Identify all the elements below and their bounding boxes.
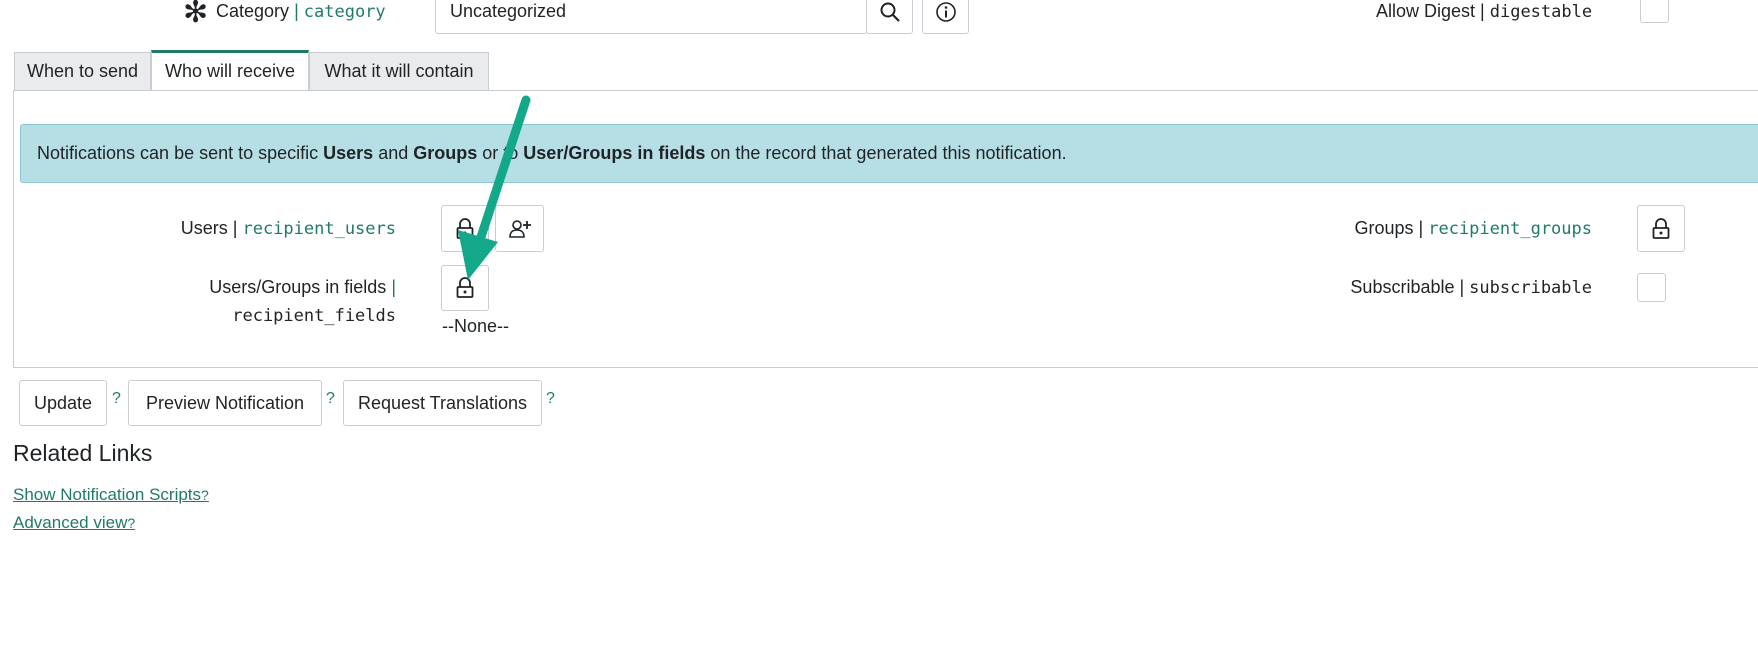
tab-what-it-will-contain[interactable]: What it will contain xyxy=(309,52,489,90)
category-label: Category | category xyxy=(216,1,386,22)
show-notification-scripts-link[interactable]: Show Notification Scripts? xyxy=(13,485,209,505)
tab-who-will-receive[interactable]: Who will receive xyxy=(151,50,309,90)
banner-text-part: and xyxy=(373,143,414,163)
groups-label: Groups | recipient_groups xyxy=(1354,218,1592,239)
translations-button-label: Request Translations xyxy=(357,392,528,413)
category-search-button[interactable] xyxy=(866,0,913,34)
annotation-arrow xyxy=(458,95,531,280)
tab-label: Who will receive xyxy=(164,61,296,81)
subscribable-label: Subscribable | subscribable xyxy=(1350,277,1592,298)
advanced-view-link[interactable]: Advanced view? xyxy=(13,513,135,533)
show-scripts-help[interactable]: ? xyxy=(201,487,209,503)
allow-digest-checkbox[interactable] xyxy=(1640,0,1669,23)
banner-bold-fields: User/Groups in fields xyxy=(523,143,706,163)
subscribable-field-name: subscribable xyxy=(1469,278,1592,298)
info-banner-text: Notifications can be sent to specific Us… xyxy=(37,143,1067,164)
category-label-text: Category xyxy=(216,1,290,21)
tab-when-to-send[interactable]: When to send xyxy=(14,52,151,90)
fields-field-name: recipient_fields xyxy=(232,306,396,326)
preview-button-label: Preview Notification xyxy=(145,392,305,413)
groups-field-name: recipient_groups xyxy=(1428,219,1592,239)
fields-label: Users/Groups in fields | xyxy=(209,277,396,297)
allow-digest-field-name: digestable xyxy=(1489,2,1593,22)
allow-digest-label-text: Allow Digest xyxy=(1376,1,1476,21)
subscribable-label-text: Subscribable xyxy=(1350,277,1455,297)
info-icon xyxy=(935,2,956,22)
update-button[interactable]: Update xyxy=(19,380,107,426)
allow-digest-label: Allow Digest | digestable xyxy=(1376,1,1593,22)
groups-lock-button[interactable] xyxy=(1637,205,1685,252)
banner-bold-users: Users xyxy=(323,143,374,163)
info-banner: Notifications can be sent to specific Us… xyxy=(20,124,1758,183)
preview-notification-button[interactable]: Preview Notification xyxy=(128,380,322,426)
users-label-text: Users xyxy=(180,218,228,238)
asterisk-icon: ✻ xyxy=(183,0,209,29)
tab-label: What it will contain xyxy=(324,61,474,81)
update-button-label: Update xyxy=(33,392,93,413)
category-input[interactable]: Uncategorized xyxy=(435,0,867,34)
banner-text-part: Notifications can be sent to specific xyxy=(37,143,324,163)
advanced-view-help[interactable]: ? xyxy=(127,515,135,531)
related-links-title: Related Links xyxy=(13,440,153,466)
category-field-name: category xyxy=(303,2,386,22)
search-icon xyxy=(880,2,900,22)
category-input-value: Uncategorized xyxy=(450,1,567,21)
preview-help-link[interactable]: ? xyxy=(326,390,335,408)
update-help-link[interactable]: ? xyxy=(112,390,121,408)
subscribable-checkbox[interactable] xyxy=(1637,273,1666,302)
lock-icon xyxy=(1652,217,1670,239)
users-field-name: recipient_users xyxy=(242,219,396,239)
show-scripts-label: Show Notification Scripts xyxy=(13,485,202,504)
fields-label-text: Users/Groups in fields xyxy=(209,277,387,297)
fields-value: --None-- xyxy=(442,316,510,336)
users-label: Users | recipient_users xyxy=(180,218,396,239)
tab-label: When to send xyxy=(26,61,139,81)
groups-label-text: Groups xyxy=(1354,218,1414,238)
translations-help-link[interactable]: ? xyxy=(546,390,555,408)
advanced-view-label: Advanced view xyxy=(13,513,128,532)
category-info-button[interactable] xyxy=(922,0,969,34)
banner-text-part: on the record that generated this notifi… xyxy=(705,143,1067,163)
request-translations-button[interactable]: Request Translations xyxy=(343,380,542,426)
